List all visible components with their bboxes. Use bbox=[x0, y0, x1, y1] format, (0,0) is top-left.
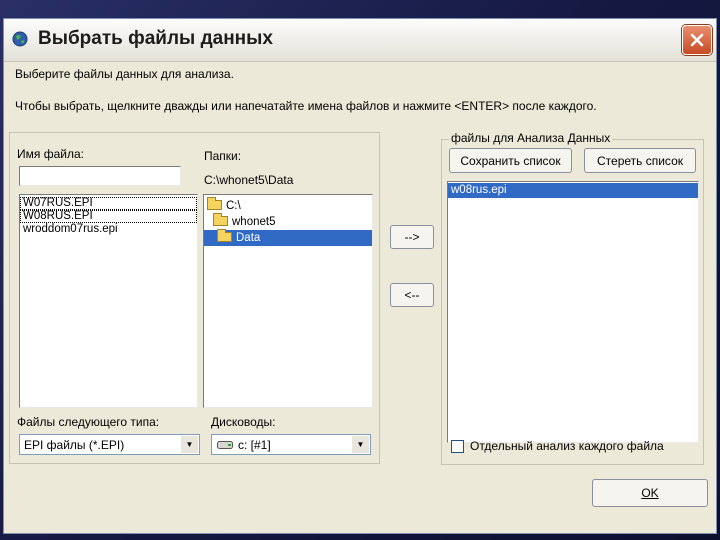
title-bar: Выбрать файлы данных bbox=[4, 19, 716, 62]
analysis-file-list[interactable]: w08rus.epi bbox=[447, 181, 699, 443]
folder-tree[interactable]: C:\ whonet5 Data bbox=[203, 194, 373, 408]
add-file-button[interactable]: --> bbox=[390, 225, 434, 249]
drive-icon bbox=[217, 441, 233, 449]
clear-list-button[interactable]: Стереть список bbox=[584, 148, 696, 173]
close-button[interactable] bbox=[682, 25, 712, 55]
folder-item-c[interactable]: C:\ bbox=[204, 197, 372, 214]
current-path: C:\whonet5\Data bbox=[204, 173, 294, 187]
close-icon bbox=[690, 33, 704, 47]
folder-item-data[interactable]: Data bbox=[204, 229, 372, 246]
filename-label: Имя файла: bbox=[17, 147, 84, 161]
list-item[interactable]: wroddom07rus.epi bbox=[20, 223, 197, 236]
dialog-title: Выбрать файлы данных bbox=[38, 28, 273, 49]
analysis-files-group-label: файлы для Анализа Данных bbox=[449, 131, 613, 145]
save-list-button[interactable]: Сохранить список bbox=[449, 148, 572, 173]
folder-item-whonet5[interactable]: whonet5 bbox=[204, 213, 372, 230]
folder-icon bbox=[217, 229, 232, 242]
folder-icon bbox=[207, 197, 222, 210]
drive-select[interactable]: c: [#1] ▼ bbox=[211, 434, 371, 455]
chevron-down-icon[interactable]: ▼ bbox=[352, 436, 369, 453]
filetype-label: Файлы следующего типа: bbox=[17, 415, 160, 429]
chevron-down-icon[interactable]: ▼ bbox=[181, 436, 198, 453]
instruction-text: Выберите файлы данных для анализа. bbox=[15, 67, 234, 81]
filename-input[interactable] bbox=[19, 166, 181, 186]
filetype-select[interactable]: EPI файлы (*.EPI) ▼ bbox=[19, 434, 200, 455]
drives-label: Дисководы: bbox=[211, 415, 276, 429]
ok-button[interactable]: OK bbox=[592, 479, 708, 507]
list-item[interactable]: W07RUS.EPI bbox=[20, 197, 197, 210]
separate-analysis-checkbox[interactable] bbox=[451, 440, 464, 453]
list-item[interactable]: w08rus.epi bbox=[448, 183, 698, 198]
globe-icon bbox=[12, 31, 28, 47]
folders-label: Папки: bbox=[204, 149, 242, 163]
instruction-text: Чтобы выбрать, щелкните дважды или напеч… bbox=[15, 99, 597, 113]
select-data-files-dialog: Выбрать файлы данных Выберите файлы данн… bbox=[3, 18, 717, 534]
file-list[interactable]: W07RUS.EPI W08RUS.EPI wroddom07rus.epi bbox=[19, 194, 198, 408]
remove-file-button[interactable]: <-- bbox=[390, 283, 434, 307]
separate-analysis-label: Отдельный анализ каждого файла bbox=[470, 439, 664, 453]
list-item[interactable]: W08RUS.EPI bbox=[20, 210, 197, 223]
folder-icon bbox=[213, 213, 228, 226]
